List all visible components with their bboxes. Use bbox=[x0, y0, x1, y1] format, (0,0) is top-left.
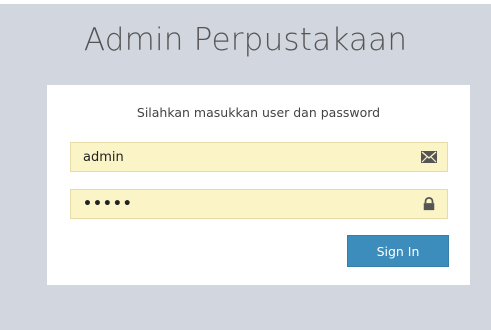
sign-in-button[interactable]: Sign In bbox=[347, 235, 449, 267]
envelope-icon bbox=[421, 151, 437, 163]
login-box: Silahkan masukkan user dan password Sign… bbox=[47, 85, 470, 285]
login-page: Admin Perpustakaan Silahkan masukkan use… bbox=[0, 0, 491, 330]
top-strip bbox=[0, 0, 491, 4]
username-field[interactable] bbox=[70, 142, 448, 172]
page-title: Admin Perpustakaan bbox=[83, 22, 408, 58]
login-box-message: Silahkan masukkan user dan password bbox=[136, 105, 381, 120]
password-input[interactable] bbox=[71, 190, 423, 218]
lock-icon bbox=[423, 197, 435, 211]
username-input[interactable] bbox=[71, 143, 423, 171]
password-field[interactable] bbox=[70, 189, 448, 219]
